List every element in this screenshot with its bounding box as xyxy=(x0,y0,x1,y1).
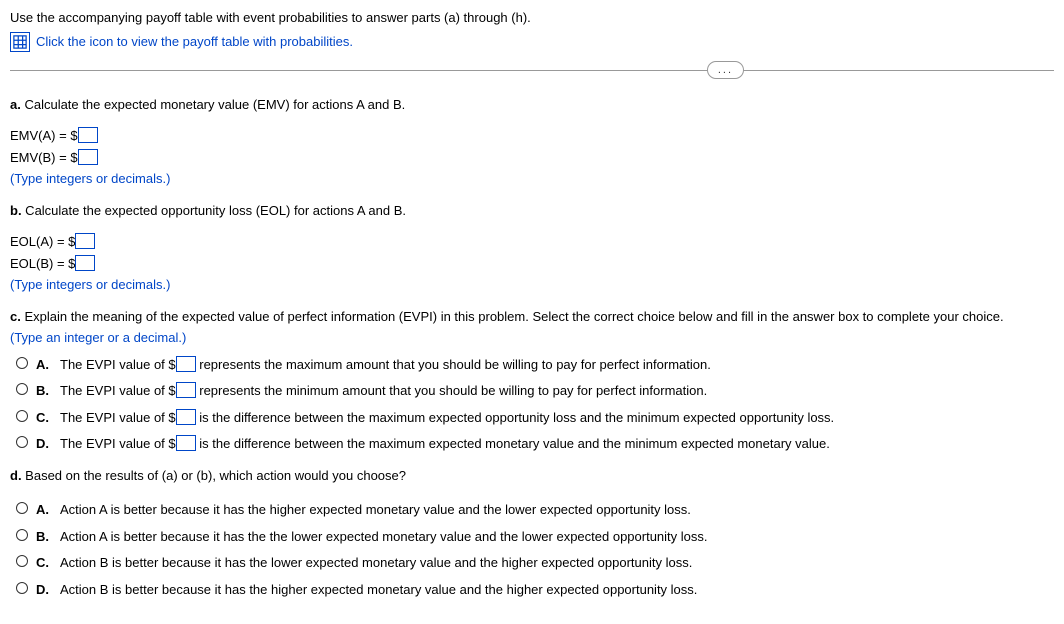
part-d-label: d. xyxy=(10,468,22,483)
choice-d-a[interactable]: A. Action A is better because it has the… xyxy=(16,499,1054,520)
choice-d-c[interactable]: C. Action B is better because it has the… xyxy=(16,552,1054,573)
emv-a-input[interactable] xyxy=(78,127,98,143)
radio-icon[interactable] xyxy=(16,529,28,541)
choice-pre: The EVPI value of $ xyxy=(60,357,176,372)
problem-intro: Use the accompanying payoff table with e… xyxy=(10,8,1054,28)
choice-c-a[interactable]: A. The EVPI value of $ represents the ma… xyxy=(16,354,1054,375)
part-b: b. Calculate the expected opportunity lo… xyxy=(10,201,1054,295)
choice-label: D. xyxy=(36,580,52,600)
evpi-input-b[interactable] xyxy=(176,382,196,398)
choice-text: The EVPI value of $ represents the minim… xyxy=(60,381,707,401)
choice-d-b[interactable]: B. Action A is better because it has the… xyxy=(16,526,1054,547)
emv-a-label: EMV(A) = $ xyxy=(10,128,78,143)
choice-text: Action B is better because it has the hi… xyxy=(60,580,697,600)
emv-b-label: EMV(B) = $ xyxy=(10,150,78,165)
eol-b-line: EOL(B) = $ xyxy=(10,254,1054,274)
payoff-table-link[interactable]: Click the icon to view the payoff table … xyxy=(36,32,353,52)
choice-label: D. xyxy=(36,434,52,454)
part-d-prompt: d. Based on the results of (a) or (b), w… xyxy=(10,466,1054,486)
choice-c-b[interactable]: B. The EVPI value of $ represents the mi… xyxy=(16,380,1054,401)
part-d-choices: A. Action A is better because it has the… xyxy=(10,499,1054,599)
divider xyxy=(10,70,1054,71)
choice-text: The EVPI value of $ is the difference be… xyxy=(60,434,830,454)
choice-d-d[interactable]: D. Action B is better because it has the… xyxy=(16,579,1054,600)
radio-icon[interactable] xyxy=(16,555,28,567)
choice-text: Action A is better because it has the th… xyxy=(60,527,708,547)
emv-b-line: EMV(B) = $ xyxy=(10,148,1054,168)
choice-text: The EVPI value of $ is the difference be… xyxy=(60,408,834,428)
part-a-prompt: a. Calculate the expected monetary value… xyxy=(10,95,1054,115)
choice-post: represents the minimum amount that you s… xyxy=(196,383,708,398)
evpi-input-d[interactable] xyxy=(176,435,196,451)
choice-label: A. xyxy=(36,355,52,375)
choice-pre: The EVPI value of $ xyxy=(60,436,176,451)
part-a: a. Calculate the expected monetary value… xyxy=(10,95,1054,189)
choice-c-d[interactable]: D. The EVPI value of $ is the difference… xyxy=(16,433,1054,454)
eol-a-line: EOL(A) = $ xyxy=(10,232,1054,252)
part-c-hint: (Type an integer or a decimal.) xyxy=(10,328,1054,348)
radio-icon[interactable] xyxy=(16,383,28,395)
part-b-label: b. xyxy=(10,203,22,218)
choice-post: is the difference between the maximum ex… xyxy=(196,410,835,425)
part-a-hint: (Type integers or decimals.) xyxy=(10,169,1054,189)
part-c: c. Explain the meaning of the expected v… xyxy=(10,307,1054,454)
eol-a-input[interactable] xyxy=(75,233,95,249)
part-c-prompt: c. Explain the meaning of the expected v… xyxy=(10,307,1054,327)
divider-container: ... xyxy=(10,70,1054,71)
table-icon[interactable] xyxy=(10,32,30,52)
eol-b-input[interactable] xyxy=(75,255,95,271)
choice-label: A. xyxy=(36,500,52,520)
part-b-text: Calculate the expected opportunity loss … xyxy=(22,203,406,218)
choice-post: represents the maximum amount that you s… xyxy=(196,357,711,372)
radio-icon[interactable] xyxy=(16,502,28,514)
choice-text: Action A is better because it has the hi… xyxy=(60,500,691,520)
part-b-hint: (Type integers or decimals.) xyxy=(10,275,1054,295)
part-c-text: Explain the meaning of the expected valu… xyxy=(21,309,1004,324)
part-a-text: Calculate the expected monetary value (E… xyxy=(21,97,405,112)
radio-icon[interactable] xyxy=(16,357,28,369)
payoff-table-link-row: Click the icon to view the payoff table … xyxy=(10,32,1054,52)
choice-label: C. xyxy=(36,408,52,428)
part-a-label: a. xyxy=(10,97,21,112)
evpi-input-c[interactable] xyxy=(176,409,196,425)
part-b-prompt: b. Calculate the expected opportunity lo… xyxy=(10,201,1054,221)
choice-label: B. xyxy=(36,381,52,401)
part-c-label: c. xyxy=(10,309,21,324)
choice-pre: The EVPI value of $ xyxy=(60,410,176,425)
ellipsis-badge[interactable]: ... xyxy=(707,61,744,79)
radio-icon[interactable] xyxy=(16,410,28,422)
eol-b-label: EOL(B) = $ xyxy=(10,256,75,271)
choice-text: Action B is better because it has the lo… xyxy=(60,553,692,573)
choice-text: The EVPI value of $ represents the maxim… xyxy=(60,355,711,375)
choice-post: is the difference between the maximum ex… xyxy=(196,436,830,451)
emv-b-input[interactable] xyxy=(78,149,98,165)
emv-a-line: EMV(A) = $ xyxy=(10,126,1054,146)
choice-pre: The EVPI value of $ xyxy=(60,383,176,398)
choice-label: B. xyxy=(36,527,52,547)
radio-icon[interactable] xyxy=(16,436,28,448)
evpi-input-a[interactable] xyxy=(176,356,196,372)
part-d: d. Based on the results of (a) or (b), w… xyxy=(10,466,1054,600)
radio-icon[interactable] xyxy=(16,582,28,594)
eol-a-label: EOL(A) = $ xyxy=(10,234,75,249)
choice-c-c[interactable]: C. The EVPI value of $ is the difference… xyxy=(16,407,1054,428)
choice-label: C. xyxy=(36,553,52,573)
part-d-text: Based on the results of (a) or (b), whic… xyxy=(22,468,406,483)
